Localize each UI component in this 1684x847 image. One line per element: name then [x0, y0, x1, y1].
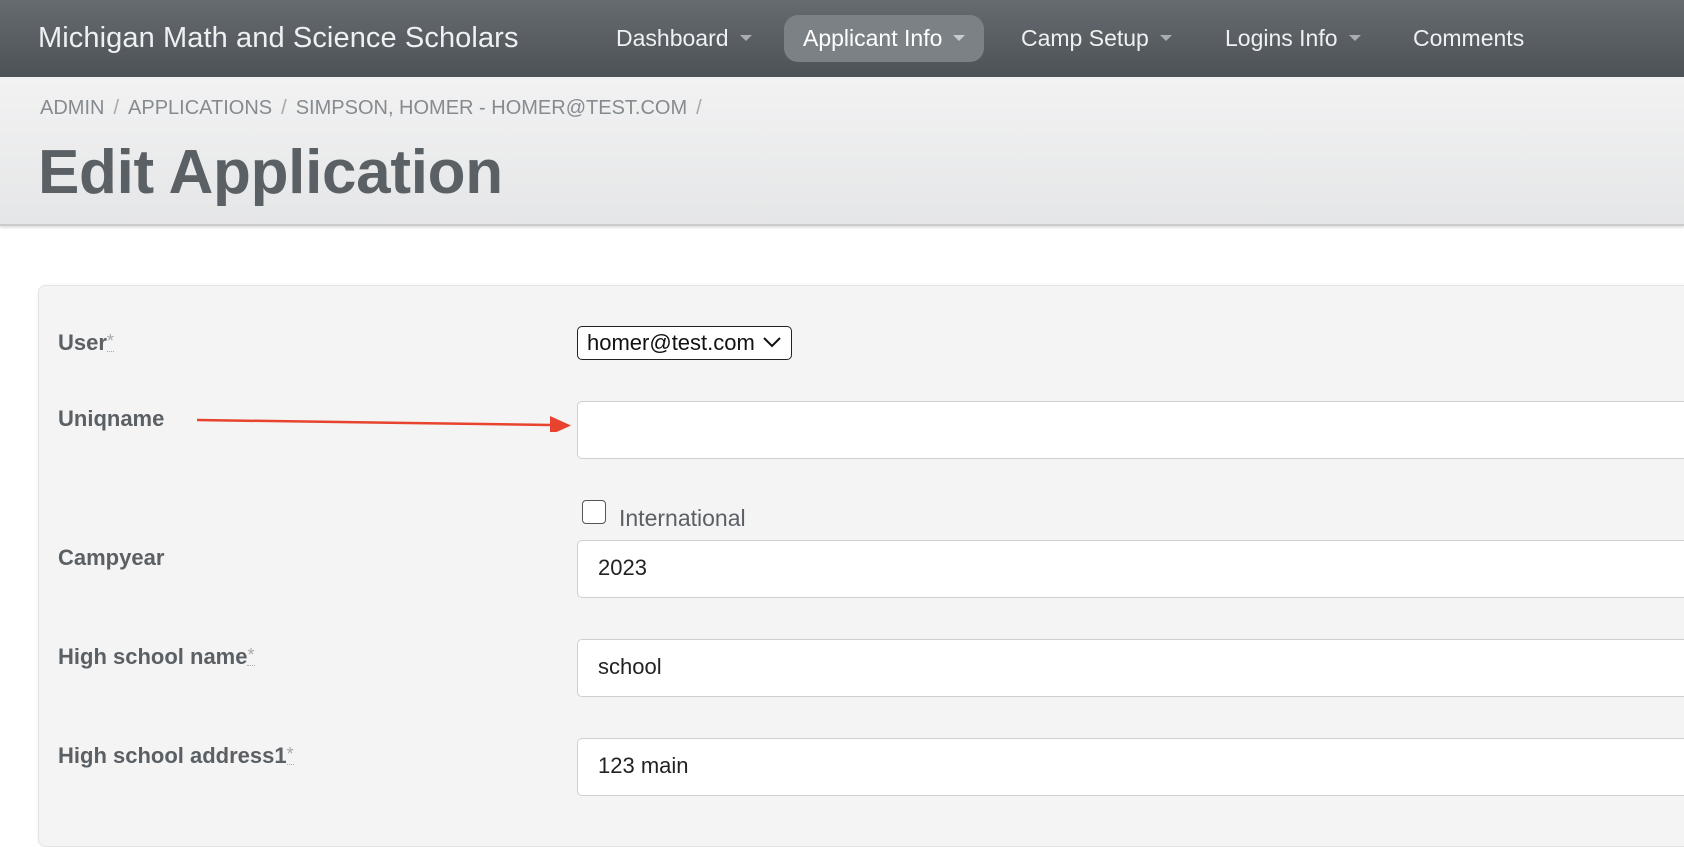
user-select-value: homer@test.com [587, 330, 755, 355]
brand-title[interactable]: Michigan Math and Science Scholars [38, 22, 519, 55]
breadcrumb-separator: / [113, 97, 120, 119]
user-select[interactable]: homer@test.com [577, 326, 792, 360]
high-school-name-label-text: High school name [58, 644, 248, 669]
breadcrumb-admin[interactable]: ADMIN [40, 97, 104, 119]
required-marker: * [247, 645, 255, 666]
breadcrumb: ADMIN / APPLICATIONS / SIMPSON, HOMER - HOME… [40, 97, 711, 120]
caret-down-icon [1159, 34, 1172, 41]
campyear-label: Campyear [58, 545, 164, 571]
caret-down-icon [953, 34, 966, 41]
nav-comments-label: Comments [1413, 25, 1525, 51]
campyear-label-text: Campyear [58, 545, 165, 570]
page-title: Edit Application [38, 138, 503, 207]
nav-applicant-info-label: Applicant Info [803, 25, 943, 51]
required-marker: * [106, 331, 114, 352]
international-checkbox[interactable] [582, 500, 606, 524]
annotation-arrow-icon [196, 416, 571, 432]
breadcrumb-separator: / [696, 97, 702, 119]
uniqname-label: Uniqname [58, 406, 164, 432]
high-school-name-input[interactable]: school [577, 639, 1684, 697]
nav-dashboard[interactable]: Dashboard [597, 15, 771, 62]
nav-applicant-info[interactable]: Applicant Info [784, 15, 985, 62]
caret-down-icon [739, 34, 752, 41]
high-school-address1-label-text: High school address1 [58, 743, 287, 768]
campyear-input[interactable]: 2023 [577, 540, 1684, 598]
breadcrumb-applications[interactable]: APPLICATIONS [128, 97, 272, 119]
top-navbar: Michigan Math and Science Scholars Dashb… [0, 0, 1684, 78]
nav-dashboard-label: Dashboard [616, 25, 729, 51]
nav-logins-info-label: Logins Info [1225, 25, 1338, 51]
user-label: User* [58, 330, 114, 356]
breadcrumb-separator: / [281, 97, 287, 119]
user-label-text: User [58, 330, 107, 355]
nav-camp-setup[interactable]: Camp Setup [1002, 15, 1191, 62]
breadcrumb-applicant[interactable]: SIMPSON, HOMER - HOMER@TEST.COM [296, 97, 687, 119]
nav-comments[interactable]: Comments [1394, 15, 1543, 62]
caret-down-icon [1348, 34, 1361, 41]
nav-logins-info[interactable]: Logins Info [1206, 15, 1380, 62]
required-marker: * [286, 744, 294, 765]
high-school-address1-input[interactable]: 123 main [577, 738, 1684, 796]
uniqname-label-text: Uniqname [58, 406, 165, 431]
high-school-name-label: High school name* [58, 644, 255, 670]
high-school-address1-label: High school address1* [58, 743, 294, 769]
international-label: International [619, 505, 746, 531]
nav-camp-setup-label: Camp Setup [1021, 25, 1149, 51]
chevron-down-icon [763, 336, 781, 348]
page-header: ADMIN / APPLICATIONS / SIMPSON, HOMER - HOME… [0, 77, 1684, 226]
uniqname-input[interactable] [577, 401, 1684, 459]
